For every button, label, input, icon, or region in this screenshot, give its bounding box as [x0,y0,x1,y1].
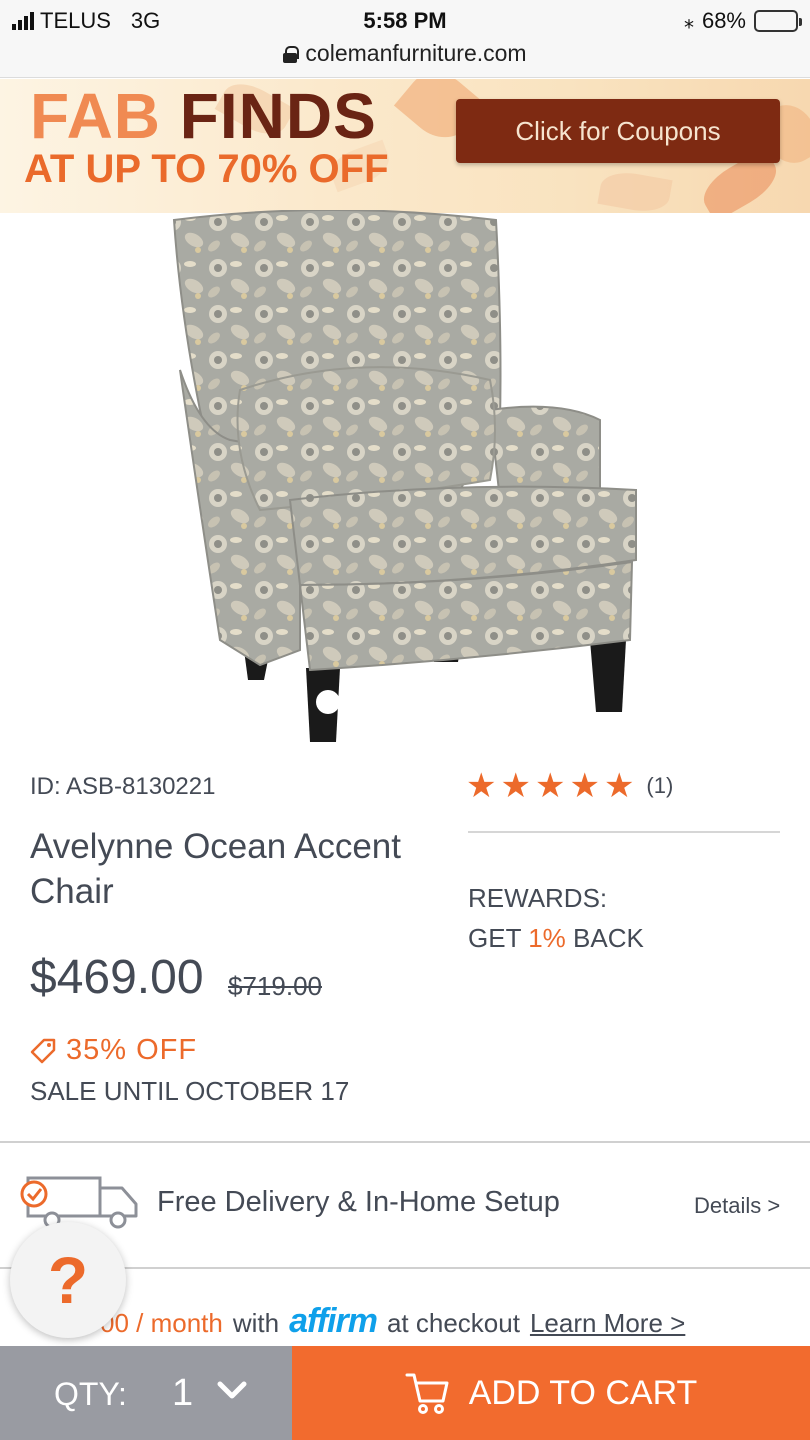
banner-subtitle: AT UP TO 70% OFF [24,147,389,191]
rewards-get: GET [468,923,529,953]
review-count[interactable]: (1) [646,773,673,799]
star-icon: ★ [466,767,497,805]
address-bar[interactable]: colemanfurniture.com [0,40,810,67]
divider [0,1141,810,1143]
price-tag-icon [30,1038,56,1063]
rewards-value: GET 1% BACK [468,918,644,958]
banner-title-part2: FINDS [179,80,377,152]
promo-banner[interactable]: FAB FINDS AT UP TO 70% OFF Click for Cou… [0,79,810,213]
monthly-amount: 00 / month [100,1308,223,1338]
qty-label: QTY: [54,1376,127,1412]
add-to-cart-button[interactable]: ADD TO CART [292,1346,810,1440]
delivery-text: Free Delivery & In-Home Setup [157,1186,560,1218]
rating[interactable]: ★ ★ ★ ★ ★ (1) [466,768,673,804]
sale-end-date: SALE UNTIL OCTOBER 17 [30,1076,350,1106]
url-text: colemanfurniture.com [305,40,527,66]
banner-title: FAB FINDS [30,79,377,153]
product-id: ID: ASB-8130221 [30,773,216,800]
lock-icon [283,45,300,63]
affirm-logo: affirm [289,1302,378,1340]
help-button[interactable]: ? [10,1222,126,1338]
discount-text: 35% OFF [66,1034,198,1066]
rewards-percent: 1% [528,923,566,953]
chevron-down-icon [217,1381,247,1399]
banner-title-part1: FAB [30,80,180,152]
rewards-info: REWARDS: GET 1% BACK [468,878,644,958]
cart-icon [405,1373,449,1414]
star-icon: ★ [603,767,635,805]
star-icon: ★ [534,767,566,805]
discount-badge: 35% OFF [30,1034,197,1067]
leaf-decoration [597,168,673,213]
star-icon: ★ [500,767,531,805]
product-image[interactable] [160,210,650,750]
battery-icon [754,10,802,32]
status-right: ⁎ 68% [683,8,802,34]
product-title: Avelynne Ocean Accent Chair [30,827,401,911]
qty-value: 1 [172,1372,194,1414]
product-price: $469.00 [30,951,204,1004]
delivery-details-link[interactable]: Details > [694,1193,780,1219]
original-price: $719.00 [228,971,322,1001]
financing-row: 00 / month with affirm at checkout Learn… [100,1302,685,1341]
add-to-cart-label: ADD TO CART [468,1373,698,1412]
financing-checkout: at checkout [386,1308,520,1338]
learn-more-link[interactable]: Learn More > [530,1308,685,1339]
bluetooth-icon: ⁎ [683,10,694,33]
delivery-truck-icon [20,1176,138,1229]
financing-with: with [232,1308,280,1338]
divider [468,831,780,833]
rewards-back: BACK [565,923,644,953]
status-bar: TELUS 3G 5:58 PM ⁎ 68% colemanfurniture.… [0,0,810,78]
rewards-label: REWARDS: [468,883,608,913]
coupons-button[interactable]: Click for Coupons [456,99,780,163]
quantity-selector[interactable]: QTY: 1 [0,1346,292,1440]
battery-percent: 68% [701,8,746,33]
star-icon: ★ [569,767,600,805]
carousel-indicator[interactable] [316,690,340,714]
